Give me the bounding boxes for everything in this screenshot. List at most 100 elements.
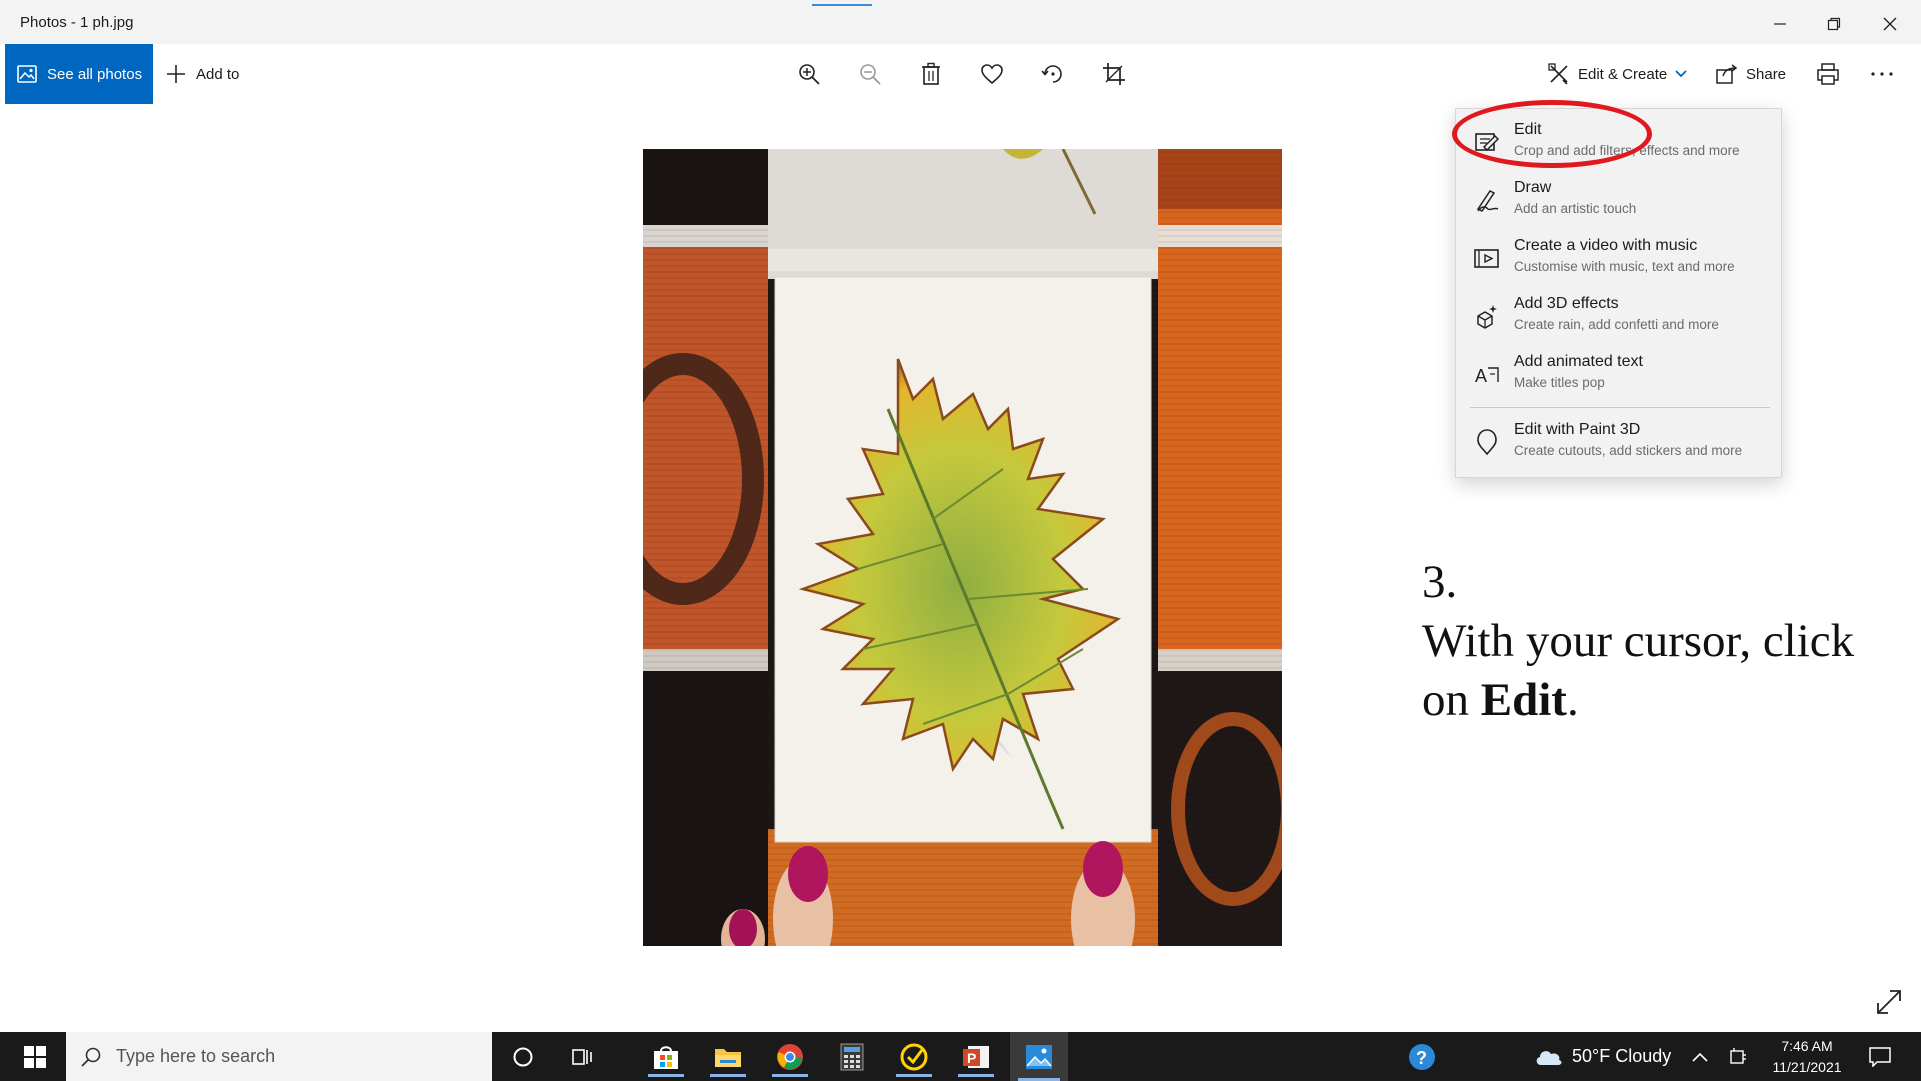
rotate-button[interactable]: [1037, 58, 1069, 90]
toolbar: See all photos Add to Edit & Create Shar…: [0, 44, 1921, 104]
video-icon: [1472, 243, 1502, 273]
svg-text:?: ?: [1416, 1048, 1427, 1068]
restore-button[interactable]: [1806, 4, 1862, 44]
active-indicator: [710, 1074, 746, 1077]
more-options-button[interactable]: [1866, 58, 1898, 90]
menu-item-subtitle: Add an artistic touch: [1514, 201, 1637, 216]
instruction-prefix: on: [1422, 674, 1481, 726]
calculator-icon: [840, 1043, 864, 1070]
see-all-photos-button[interactable]: See all photos: [5, 44, 153, 104]
trash-icon: [922, 62, 940, 85]
device-icon: [1730, 1047, 1746, 1064]
chrome-icon: [777, 1043, 803, 1070]
menu-item-title: Draw: [1514, 179, 1552, 196]
favorite-button[interactable]: [976, 58, 1008, 90]
minimize-icon: [1774, 23, 1786, 25]
svg-text:P: P: [967, 1050, 976, 1066]
fullscreen-button[interactable]: [1872, 985, 1906, 1019]
svg-text:A: A: [1475, 366, 1487, 386]
title-bar: Photos - 1 ph.jpg: [0, 0, 1921, 44]
search-icon: [81, 1047, 101, 1067]
active-indicator: [648, 1074, 684, 1077]
menu-item-subtitle: Make titles pop: [1514, 375, 1605, 390]
photos-icon: [17, 65, 37, 83]
zoom-in-button[interactable]: [793, 58, 825, 90]
taskbar-store[interactable]: [640, 1036, 692, 1077]
store-icon: [654, 1045, 678, 1069]
step-number: 3.: [1422, 556, 1458, 608]
zoom-out-button[interactable]: [854, 58, 886, 90]
help-icon: ?: [1409, 1043, 1435, 1070]
weather-text: 50°F Cloudy: [1572, 1046, 1672, 1066]
cloud-icon: [1536, 1050, 1562, 1065]
focus-indicator: [812, 4, 872, 6]
expand-icon: [1877, 990, 1901, 1014]
clock-date: 11/21/2021: [1772, 1059, 1842, 1075]
heart-icon: [981, 64, 1003, 85]
close-button[interactable]: [1862, 4, 1918, 44]
share-icon: [1716, 64, 1738, 84]
print-button[interactable]: [1812, 58, 1844, 90]
animated-text-icon: A: [1472, 359, 1502, 389]
menu-item-title: Create a video with music: [1514, 237, 1698, 254]
crop-icon: [1103, 63, 1125, 85]
photos-app-icon: [1026, 1044, 1052, 1069]
menu-item-subtitle: Create rain, add confetti and more: [1514, 317, 1719, 332]
menu-item-title: Add animated text: [1514, 353, 1643, 370]
menu-item-title: Add 3D effects: [1514, 295, 1619, 312]
clock-time: 7:46 AM: [1781, 1038, 1833, 1054]
instruction-suffix: .: [1566, 674, 1579, 726]
edit-create-button[interactable]: Edit & Create: [1548, 44, 1687, 104]
menu-item-draw[interactable]: Draw Add an artistic touch: [1456, 171, 1783, 229]
share-button[interactable]: Share: [1716, 44, 1786, 104]
taskbar-calculator[interactable]: [826, 1036, 878, 1077]
draw-icon: [1472, 185, 1502, 215]
menu-item-animated-text[interactable]: A Add animated text Make titles pop: [1456, 345, 1783, 403]
taskbar: Type here to search P ? 50°F Cloudy 7:46…: [0, 1032, 1921, 1081]
notifications-button[interactable]: [1860, 1036, 1900, 1077]
see-all-photos-label: See all photos: [47, 65, 143, 83]
taskbar-powerpoint[interactable]: P: [950, 1036, 1002, 1077]
start-button[interactable]: [6, 1032, 64, 1081]
menu-item-paint-3d[interactable]: Edit with Paint 3D Create cutouts, add s…: [1456, 413, 1783, 471]
minimize-button[interactable]: [1752, 4, 1808, 44]
crop-button[interactable]: [1098, 58, 1130, 90]
edit-create-icon: [1548, 63, 1568, 85]
taskbar-photos[interactable]: [1010, 1032, 1068, 1081]
taskbar-chrome[interactable]: [764, 1036, 816, 1077]
menu-item-subtitle: Customise with music, text and more: [1514, 259, 1735, 274]
system-clock[interactable]: 7:46 AM 11/21/2021: [1762, 1036, 1852, 1078]
zoom-in-icon: [799, 64, 820, 85]
active-indicator: [896, 1074, 932, 1077]
instruction-bold: Edit: [1480, 674, 1567, 726]
weather-widget[interactable]: 50°F Cloudy: [1534, 1032, 1671, 1081]
delete-button[interactable]: [915, 58, 947, 90]
add-to-button[interactable]: Add to: [166, 44, 239, 104]
windows-icon: [24, 1045, 46, 1068]
chevron-down-icon: [1675, 70, 1687, 78]
ellipsis-icon: [1871, 72, 1893, 76]
menu-item-3d-effects[interactable]: Add 3D effects Create rain, add confetti…: [1456, 287, 1783, 345]
task-view-button[interactable]: [557, 1036, 609, 1077]
norton-icon: [900, 1043, 928, 1070]
taskbar-search-box[interactable]: Type here to search: [66, 1032, 492, 1081]
taskbar-file-explorer[interactable]: [702, 1036, 754, 1077]
powerpoint-icon: P: [963, 1045, 989, 1068]
cortana-button[interactable]: [497, 1036, 549, 1077]
notification-icon: [1869, 1046, 1891, 1067]
instruction-line-1: With your cursor, click: [1422, 615, 1855, 667]
share-label: Share: [1746, 65, 1787, 83]
instruction-line-2: on Edit.: [1422, 671, 1882, 730]
taskbar-help[interactable]: ?: [1396, 1036, 1448, 1077]
menu-item-create-video[interactable]: Create a video with music Customise with…: [1456, 229, 1783, 287]
add-to-label: Add to: [196, 65, 240, 83]
taskbar-norton[interactable]: [888, 1036, 940, 1077]
search-placeholder: Type here to search: [116, 1046, 276, 1066]
task-view-icon: [572, 1048, 592, 1065]
chevron-up-icon: [1692, 1052, 1708, 1062]
meet-now-button[interactable]: [1722, 1036, 1754, 1077]
menu-item-subtitle: Create cutouts, add stickers and more: [1514, 443, 1743, 458]
3d-effects-icon: [1472, 301, 1502, 331]
plus-icon: [167, 65, 185, 83]
show-hidden-icons-button[interactable]: [1684, 1036, 1716, 1077]
